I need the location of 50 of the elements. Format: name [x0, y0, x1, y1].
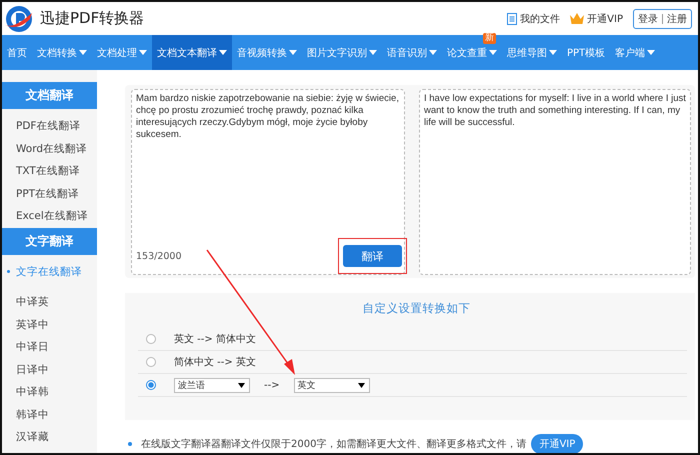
sidebar-item[interactable]: 汉译藏: [2, 426, 97, 448]
open-vip-button[interactable]: 开通VIP: [531, 434, 584, 453]
limit-note: 在线版文字翻译器翻译文件仅限于2000字，如需翻译更大文件、翻译更多格式文件，请: [141, 438, 526, 451]
sidebar-item[interactable]: 英译中: [2, 314, 97, 336]
translation-output-field: I have low expectations for myself: I live in a world where I just want to know the truth and something interesting. If I can, my life will be successful.: [419, 89, 691, 275]
sidebar-item[interactable]: Word在线翻译: [2, 138, 97, 160]
nav-tab[interactable]: 客户端: [610, 44, 660, 60]
nav-tab[interactable]: 文档转换: [32, 44, 92, 60]
login-link[interactable]: 登录: [638, 12, 658, 26]
register-link[interactable]: 注册: [667, 12, 687, 26]
nav-tab[interactable]: 语音识别: [382, 44, 442, 60]
caret-icon: [358, 382, 365, 388]
sidebar-item[interactable]: PPT在线翻译: [2, 182, 97, 205]
sidebar-heading: 文档翻译: [2, 82, 97, 109]
crown-icon: [570, 13, 584, 24]
files-link[interactable]: 我的文件: [507, 12, 560, 26]
sidebar-item[interactable]: Excel在线翻译: [2, 205, 97, 228]
vip-link[interactable]: 开通VIP: [570, 12, 623, 26]
source-language-select[interactable]: 波兰语: [174, 378, 250, 392]
sidebar-item[interactable]: 韩译中: [2, 404, 97, 426]
sidebar-item[interactable]: 中译韩: [2, 381, 97, 404]
sidebar-item[interactable]: PDF在线翻译: [2, 115, 97, 138]
nav-tab[interactable]: 文档处理: [92, 44, 152, 60]
document-icon: [507, 12, 518, 24]
target-language-select[interactable]: 英文: [294, 378, 370, 392]
radio-button[interactable]: [146, 380, 156, 390]
option-label: 简体中文 --> 英文: [174, 356, 256, 369]
options-title: 自定义设置转换如下: [362, 300, 472, 317]
sidebar-item[interactable]: 中译英: [2, 291, 97, 314]
caret-icon: [238, 382, 245, 388]
sidebar-heading: 文字翻译: [2, 228, 97, 254]
radio-button[interactable]: [146, 357, 156, 367]
sidebar-item[interactable]: 中译日: [2, 336, 97, 358]
translate-button[interactable]: 翻译: [343, 245, 402, 267]
sidebar-item[interactable]: TXT在线翻译: [2, 160, 97, 182]
arrow-text: -->: [264, 380, 280, 390]
radio-button[interactable]: [146, 334, 156, 344]
nav-tab[interactable]: 音视频转换: [232, 44, 302, 60]
option-label: 英文 --> 简体中文: [174, 332, 256, 346]
nav-tab[interactable]: PPT模板: [562, 44, 610, 60]
nav-tab[interactable]: 首页: [2, 44, 32, 60]
character-count: 153/2000: [136, 250, 182, 262]
logo-icon: [4, 4, 34, 32]
sidebar-item[interactable]: 日译中: [2, 358, 97, 381]
nav-tab[interactable]: 思维导图: [502, 44, 562, 60]
source-text-field[interactable]: Mam bardzo niskie zapotrzebowanie na siebie: żyję w świecie, chcę po prostu zrozumieć trochę prawdy, poznać kilka interesujących rzeczy.Gdybym mógł, moje życie byłoby sukcesem. 153/2000 翻译: [131, 89, 405, 275]
nav-tab[interactable]: 图片文字识别: [302, 44, 382, 60]
nav-tab[interactable]: 论文查重: [442, 44, 502, 60]
new-badge: 新: [483, 33, 496, 44]
brand-name: 迅捷PDF转换器: [40, 9, 144, 28]
